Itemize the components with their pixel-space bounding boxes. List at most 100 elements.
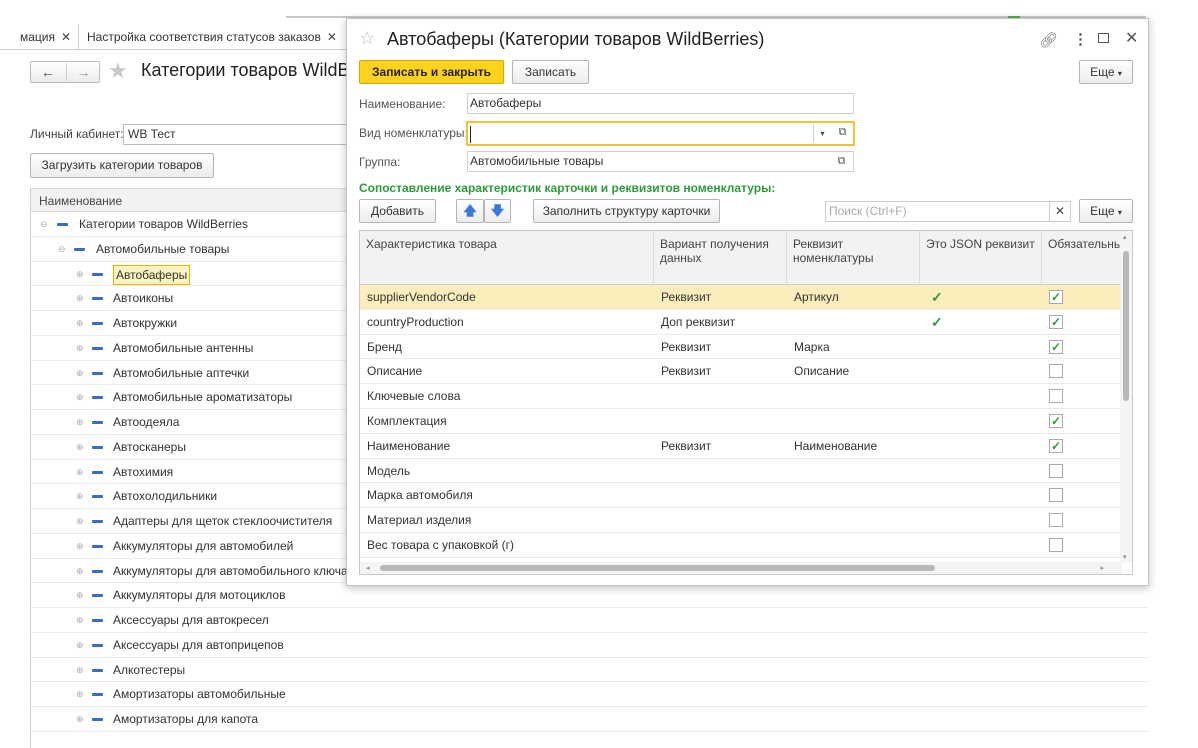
column-header-characteristic[interactable]: Характеристика товара xyxy=(360,231,654,285)
cell-json[interactable] xyxy=(920,459,1042,483)
table-row[interactable]: Вес товара с упаковкой (г) xyxy=(360,533,1122,558)
cell-variant[interactable] xyxy=(654,384,787,408)
required-checkbox[interactable] xyxy=(1049,488,1063,503)
cell-variant[interactable]: Реквизит xyxy=(654,359,787,383)
back-arrow-icon[interactable]: ← xyxy=(31,63,65,81)
cell-characteristic[interactable]: Бренд xyxy=(360,335,654,359)
cell-characteristic[interactable]: Модель xyxy=(360,459,654,483)
fill-card-structure-button[interactable]: Заполнить структуру карточки xyxy=(533,199,720,223)
cell-required[interactable]: ✓ xyxy=(1042,310,1122,334)
required-checkbox[interactable] xyxy=(1049,463,1063,478)
vertical-scrollbar[interactable]: ▴ ▾ xyxy=(1120,231,1132,563)
expand-icon[interactable]: ⊕ xyxy=(76,311,84,335)
table-row[interactable]: Бренд Реквизит Марка ✓ xyxy=(360,335,1122,360)
required-checkbox[interactable]: ✓ xyxy=(1049,413,1063,428)
dropdown-arrow-icon[interactable]: ▾ xyxy=(813,125,831,142)
move-down-icon[interactable]: 🡇 xyxy=(484,199,511,223)
cell-json[interactable] xyxy=(920,409,1042,433)
expand-icon[interactable]: ⊕ xyxy=(76,286,84,310)
name-input[interactable]: Автобаферы xyxy=(467,93,854,114)
cell-characteristic[interactable]: Ключевые слова xyxy=(360,384,654,408)
cell-required[interactable] xyxy=(1042,483,1122,507)
more-menu-button[interactable]: Еще ▾ xyxy=(1079,60,1133,84)
expand-icon[interactable]: ⊕ xyxy=(76,608,84,632)
open-form-icon[interactable]: ⧉ xyxy=(834,154,849,169)
add-button[interactable]: Добавить xyxy=(359,199,436,223)
tree-row[interactable]: ⊕ Амортизаторы для капота xyxy=(31,707,1149,732)
collapse-icon[interactable]: ⊖ xyxy=(58,237,66,261)
cell-characteristic[interactable]: supplierVendorCode xyxy=(360,285,654,309)
table-row[interactable]: Ключевые слова xyxy=(360,384,1122,409)
cell-required[interactable] xyxy=(1042,359,1122,383)
tab-partial[interactable]: мация ✕ xyxy=(20,24,77,50)
expand-icon[interactable]: ⊕ xyxy=(76,559,84,583)
cell-attribute[interactable] xyxy=(787,533,920,557)
expand-icon[interactable]: ⊕ xyxy=(76,361,84,385)
cell-attribute[interactable]: Марка xyxy=(787,335,920,359)
cell-attribute[interactable] xyxy=(787,384,920,408)
cell-variant[interactable] xyxy=(654,508,787,532)
load-categories-button[interactable]: Загрузить категории товаров xyxy=(30,153,214,178)
cell-attribute[interactable] xyxy=(787,409,920,433)
expand-icon[interactable]: ⊕ xyxy=(76,707,84,731)
expand-icon[interactable]: ⊕ xyxy=(76,435,84,459)
cell-variant[interactable] xyxy=(654,459,787,483)
column-header-json[interactable]: Это JSON реквизит xyxy=(920,231,1042,285)
cell-variant[interactable] xyxy=(654,533,787,557)
scroll-down-icon[interactable]: ▾ xyxy=(1123,553,1127,561)
more-vertical-icon[interactable]: ⋮ xyxy=(1073,30,1088,48)
table-row[interactable]: Материал изделия xyxy=(360,508,1122,533)
cell-attribute[interactable] xyxy=(787,310,920,334)
table-row[interactable]: Наименование Реквизит Наименование ✓ xyxy=(360,434,1122,459)
cell-attribute[interactable]: Наименование xyxy=(787,434,920,458)
cell-json[interactable]: ✓ xyxy=(920,285,1042,309)
required-checkbox[interactable]: ✓ xyxy=(1049,290,1063,304)
cell-characteristic[interactable]: Вес товара с упаковкой (г) xyxy=(360,533,654,557)
expand-icon[interactable]: ⊕ xyxy=(76,658,84,682)
column-header-required[interactable]: Обязательнь xyxy=(1042,231,1122,285)
cell-json[interactable] xyxy=(920,483,1042,507)
expand-icon[interactable]: ⊕ xyxy=(76,583,84,607)
column-header-variant[interactable]: Вариант получения данных xyxy=(654,231,787,285)
cell-json[interactable]: ✓ xyxy=(920,310,1042,334)
required-checkbox[interactable] xyxy=(1049,389,1063,404)
search-input[interactable]: Поиск (Ctrl+F) xyxy=(825,201,1050,222)
expand-icon[interactable]: ⊕ xyxy=(76,410,84,434)
save-and-close-button[interactable]: Записать и закрыть xyxy=(359,60,504,84)
group-input[interactable]: Автомобильные товары ⧉ xyxy=(467,151,854,172)
cell-characteristic[interactable]: Материал изделия xyxy=(360,508,654,532)
cell-characteristic[interactable]: Наименование xyxy=(360,434,654,458)
maximize-icon[interactable] xyxy=(1098,33,1109,43)
cell-attribute[interactable] xyxy=(787,508,920,532)
collapse-icon[interactable]: ⊖ xyxy=(40,212,48,236)
cell-variant[interactable] xyxy=(654,409,787,433)
scrollbar-thumb[interactable] xyxy=(1123,251,1129,401)
cell-variant[interactable] xyxy=(654,483,787,507)
scroll-up-icon[interactable]: ▴ xyxy=(1123,233,1127,241)
required-checkbox[interactable]: ✓ xyxy=(1049,314,1063,329)
scrollbar-thumb[interactable] xyxy=(380,565,935,571)
cell-variant[interactable]: Реквизит xyxy=(654,434,787,458)
expand-icon[interactable]: ⊕ xyxy=(76,682,84,706)
cell-required[interactable]: ✓ xyxy=(1042,285,1122,309)
table-row[interactable]: countryProduction Доп реквизит ✓ ✓ xyxy=(360,310,1122,335)
cell-characteristic[interactable]: Марка автомобиля xyxy=(360,483,654,507)
cell-json[interactable] xyxy=(920,359,1042,383)
save-button[interactable]: Записать xyxy=(512,60,589,84)
scroll-right-icon[interactable]: ▸ xyxy=(1100,564,1104,572)
cell-attribute[interactable] xyxy=(787,483,920,507)
expand-icon[interactable]: ⊕ xyxy=(76,509,84,533)
close-icon[interactable]: ✕ xyxy=(327,30,337,44)
scroll-left-icon[interactable]: ◂ xyxy=(366,564,370,572)
cell-variant[interactable]: Реквизит xyxy=(654,335,787,359)
required-checkbox[interactable]: ✓ xyxy=(1049,339,1063,354)
expand-icon[interactable]: ⊕ xyxy=(76,633,84,657)
close-icon[interactable]: ✕ xyxy=(1125,28,1138,48)
forward-arrow-icon[interactable]: → xyxy=(66,63,100,81)
expand-icon[interactable]: ⊕ xyxy=(76,460,84,484)
cell-required[interactable] xyxy=(1042,533,1122,557)
expand-icon[interactable]: ⊕ xyxy=(76,262,84,286)
required-checkbox[interactable] xyxy=(1049,364,1063,379)
cell-characteristic[interactable]: Комплектация xyxy=(360,409,654,433)
move-up-icon[interactable]: 🡅 xyxy=(456,199,484,223)
